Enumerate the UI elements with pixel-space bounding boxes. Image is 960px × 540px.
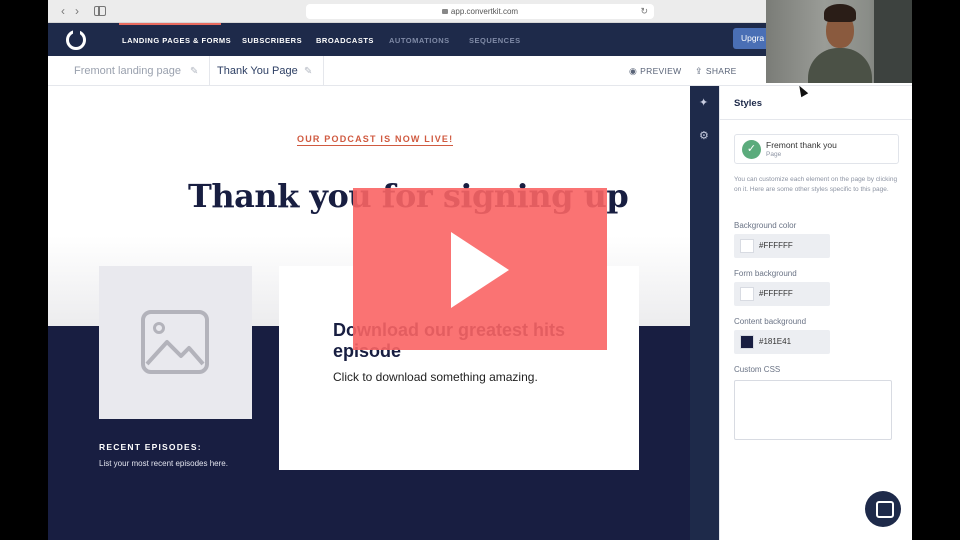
eye-icon: ◉ <box>629 66 638 76</box>
background-color-field[interactable]: #FFFFFF <box>734 234 830 258</box>
play-icon <box>451 232 509 308</box>
pencil-icon[interactable]: ✎ <box>190 66 198 77</box>
nav-sequences[interactable]: SEQUENCES <box>469 36 521 45</box>
nav-subscribers[interactable]: SUBSCRIBERS <box>242 36 302 45</box>
pencil-icon[interactable]: ✎ <box>304 66 312 77</box>
recent-episodes-text[interactable]: List your most recent episodes here. <box>99 459 228 468</box>
chip-name: Fremont thank you <box>766 140 837 150</box>
content-background-label: Content background <box>734 317 807 326</box>
chip-type: Page <box>766 151 782 158</box>
content-background-field[interactable]: #181E41 <box>734 330 830 354</box>
letterbox-left <box>0 0 48 540</box>
panel-divider <box>720 119 912 120</box>
page-chip[interactable]: ✓ Fremont thank you Page <box>734 134 899 164</box>
styles-panel: Styles ✓ Fremont thank you Page You can … <box>719 86 912 540</box>
panel-help-text: You can customize each element on the pa… <box>734 176 898 193</box>
magic-wand-icon[interactable]: ✦ <box>699 96 708 109</box>
hex-value[interactable]: #181E41 <box>759 337 791 346</box>
hex-value[interactable]: #FFFFFF <box>759 289 793 298</box>
nav-landing-pages-forms[interactable]: LANDING PAGES & FORMS <box>122 36 231 45</box>
recent-episodes-title[interactable]: RECENT EPISODES: <box>99 442 202 452</box>
custom-css-textarea[interactable] <box>734 380 892 440</box>
crumb-divider <box>323 56 324 86</box>
preview-button[interactable]: ◉ PREVIEW <box>629 66 681 77</box>
crumb-landing-page[interactable]: Fremont landing page <box>74 65 181 77</box>
editor-icon-rail: ✦ ⚙ <box>690 86 719 540</box>
sidebar-toggle-icon[interactable] <box>94 6 106 16</box>
check-icon: ✓ <box>742 140 761 159</box>
address-bar[interactable]: app.convertkit.com ↻ <box>306 4 654 19</box>
form-background-label: Form background <box>734 269 797 278</box>
convertkit-logo-icon[interactable] <box>66 29 86 50</box>
episode-image[interactable] <box>99 266 252 419</box>
nav-automations[interactable]: AUTOMATIONS <box>389 36 450 45</box>
refresh-icon[interactable]: ↻ <box>640 4 648 19</box>
share-button[interactable]: ⇪ SHARE <box>695 66 737 77</box>
hex-value[interactable]: #FFFFFF <box>759 241 793 250</box>
crumb-divider <box>209 56 210 86</box>
url-text: app.convertkit.com <box>450 7 519 16</box>
podcast-link[interactable]: OUR PODCAST IS NOW LIVE! <box>297 134 454 146</box>
background-color-label: Background color <box>734 221 797 230</box>
share-icon: ⇪ <box>695 66 703 76</box>
nav-broadcasts[interactable]: BROADCASTS <box>316 36 374 45</box>
gear-icon[interactable]: ⚙ <box>699 129 709 142</box>
card-subtitle[interactable]: Click to download something amazing. <box>333 370 538 384</box>
crumb-thank-you-page[interactable]: Thank You Page <box>217 65 298 77</box>
video-play-button[interactable] <box>353 188 607 350</box>
back-icon[interactable]: ‹ <box>56 4 70 18</box>
letterbox-right <box>912 0 960 540</box>
color-swatch[interactable] <box>740 239 754 253</box>
form-background-field[interactable]: #FFFFFF <box>734 282 830 306</box>
lock-icon <box>441 9 448 15</box>
color-swatch[interactable] <box>740 335 754 349</box>
active-tab-indicator <box>119 23 221 25</box>
chat-support-icon[interactable] <box>865 491 901 527</box>
custom-css-label: Custom CSS <box>734 365 781 374</box>
webcam-overlay <box>766 0 912 83</box>
forward-icon[interactable]: › <box>70 4 84 18</box>
image-placeholder-icon <box>141 310 209 374</box>
color-swatch[interactable] <box>740 287 754 301</box>
panel-title: Styles <box>734 98 762 109</box>
